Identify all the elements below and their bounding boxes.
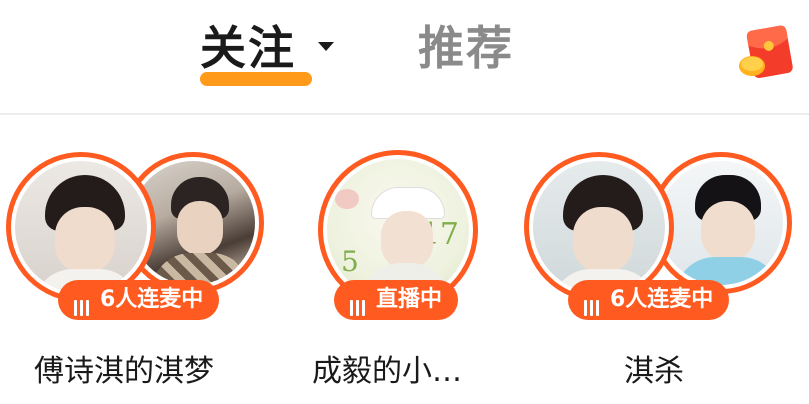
live-status-badge: 6人连麦中 bbox=[58, 280, 220, 320]
streamer-name[interactable]: 淇杀 bbox=[624, 346, 684, 390]
tab-active-indicator bbox=[200, 72, 312, 86]
sound-bars-icon bbox=[584, 290, 602, 316]
live-status-badge: 直播中 bbox=[334, 280, 459, 320]
sound-bars-icon bbox=[74, 290, 92, 316]
top-tab-bar: 关注 推荐 bbox=[0, 0, 809, 112]
sound-bars-icon bbox=[350, 290, 368, 316]
streamer-name[interactable]: 傅诗淇的淇梦 bbox=[34, 346, 214, 390]
live-card[interactable]: 6人连麦中 傅诗淇的淇梦 bbox=[6, 150, 276, 404]
live-status-text: 6人连麦中 bbox=[610, 287, 714, 312]
live-status-badge: 6人连麦中 bbox=[568, 280, 730, 320]
tab-recommend[interactable]: 推荐 bbox=[418, 14, 514, 82]
live-status-text: 6人连麦中 bbox=[100, 287, 204, 312]
header-divider bbox=[0, 113, 809, 115]
caret-down-icon[interactable] bbox=[318, 42, 334, 51]
live-status-text: 直播中 bbox=[376, 287, 443, 312]
streamer-name[interactable]: 成毅的小… bbox=[312, 346, 462, 390]
live-card[interactable]: 6人连麦中 淇杀 bbox=[524, 150, 794, 404]
red-packet-icon[interactable] bbox=[736, 22, 802, 84]
